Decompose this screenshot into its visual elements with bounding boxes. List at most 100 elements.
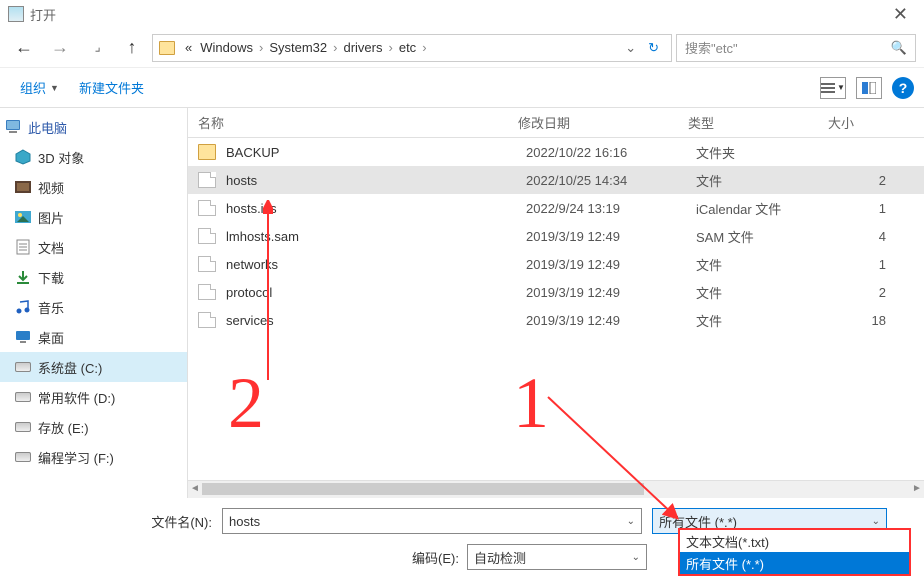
file-size: 1 (836, 257, 886, 272)
app-icon (8, 6, 24, 22)
column-headers[interactable]: 名称 修改日期 类型 大小 (188, 108, 924, 138)
title-bar: 打开 ✕ (0, 0, 924, 28)
column-size[interactable]: 大小 (828, 113, 888, 132)
tree-item[interactable]: 文档 (0, 232, 187, 262)
scrollbar-thumb[interactable] (202, 483, 644, 495)
file-date: 2019/3/19 12:49 (526, 229, 696, 244)
file-size: 2 (836, 173, 886, 188)
nav-bar: ← → ⌄ ↑ « Windows › System32 › drivers ›… (0, 28, 924, 68)
new-folder-button[interactable]: 新建文件夹 (69, 74, 154, 101)
encoding-select[interactable]: 自动检测 ⌄ (467, 544, 647, 570)
file-icon (198, 256, 216, 272)
tree-item[interactable]: 系统盘 (C:) (0, 352, 187, 382)
file-row[interactable]: hosts2022/10/25 14:34文件2 (188, 166, 924, 194)
column-type[interactable]: 类型 (688, 113, 828, 132)
tree-label: 此电脑 (28, 118, 67, 137)
file-row[interactable]: protocol2019/3/19 12:49文件2 (188, 278, 924, 306)
tree-label: 系统盘 (C:) (38, 358, 102, 377)
file-size: 1 (836, 201, 886, 216)
file-row[interactable]: services2019/3/19 12:49文件18 (188, 306, 924, 334)
forward-button[interactable]: → (44, 34, 76, 62)
scroll-left-icon[interactable]: ◄ (188, 482, 202, 496)
encoding-value: 自动检测 (474, 548, 526, 567)
help-button[interactable]: ? (892, 77, 914, 99)
file-name: lmhosts.sam (226, 229, 526, 244)
breadcrumb[interactable]: System32 (265, 40, 331, 55)
tree-item[interactable]: 桌面 (0, 322, 187, 352)
view-list-button[interactable]: ▼ (820, 77, 846, 99)
drv-icon (14, 419, 32, 435)
tree-item[interactable]: 视频 (0, 172, 187, 202)
organize-button[interactable]: 组织▼ (10, 74, 69, 101)
file-icon (198, 228, 216, 244)
breadcrumb[interactable]: Windows (196, 40, 257, 55)
breadcrumb[interactable]: « (181, 40, 196, 55)
tree-label: 存放 (E:) (38, 418, 89, 437)
filename-value: hosts (229, 514, 260, 529)
view-preview-button[interactable] (856, 77, 882, 99)
tree-item[interactable]: 存放 (E:) (0, 412, 187, 442)
tree-item[interactable]: 编程学习 (F:) (0, 442, 187, 472)
file-date: 2022/9/24 13:19 (526, 201, 696, 216)
tree-item[interactable]: 图片 (0, 202, 187, 232)
breadcrumb[interactable]: drivers (339, 40, 386, 55)
tree-item[interactable]: 下载 (0, 262, 187, 292)
file-size: 2 (836, 285, 886, 300)
search-input[interactable]: 搜索"etc" 🔍 (676, 34, 916, 62)
filename-input[interactable]: hosts ⌄ (222, 508, 642, 534)
file-name: BACKUP (226, 145, 526, 160)
breadcrumb[interactable]: etc (395, 40, 420, 55)
file-name: services (226, 313, 526, 328)
toolbar: 组织▼ 新建文件夹 ▼ ? (0, 68, 924, 108)
column-name[interactable]: 名称 (198, 113, 518, 132)
dropdown-icon[interactable]: ⌄ (627, 516, 635, 527)
file-icon (198, 172, 216, 188)
tree-item[interactable]: 音乐 (0, 292, 187, 322)
address-bar[interactable]: « Windows › System32 › drivers › etc › ⌄… (152, 34, 672, 62)
doc-icon (14, 239, 32, 255)
tree-item[interactable]: 此电脑 (0, 112, 187, 142)
tree-label: 视频 (38, 178, 64, 197)
horizontal-scrollbar[interactable]: ◄ ► (188, 480, 924, 498)
tree-item[interactable]: 常用软件 (D:) (0, 382, 187, 412)
file-size: 18 (836, 313, 886, 328)
column-date[interactable]: 修改日期 (518, 113, 688, 132)
file-icon (198, 200, 216, 216)
dropdown-item[interactable]: 所有文件 (*.*) (680, 552, 909, 574)
scroll-right-icon[interactable]: ► (910, 482, 924, 496)
up-button[interactable]: ↑ (116, 34, 148, 62)
chevron-right-icon: › (387, 40, 395, 55)
file-date: 2019/3/19 12:49 (526, 285, 696, 300)
file-row[interactable]: hosts.ics2022/9/24 13:19iCalendar 文件1 (188, 194, 924, 222)
dropdown-icon[interactable]: ⌄ (632, 552, 640, 563)
chevron-right-icon: › (257, 40, 265, 55)
music-icon (14, 299, 32, 315)
file-type: SAM 文件 (696, 227, 836, 246)
file-name: hosts (226, 173, 526, 188)
file-row[interactable]: networks2019/3/19 12:49文件1 (188, 250, 924, 278)
navigation-tree: 此电脑 3D 对象视频图片文档下载音乐桌面系统盘 (C:) 常用软件 (D:) 存放 … (0, 108, 188, 498)
tree-label: 编程学习 (F:) (38, 448, 114, 467)
file-row[interactable]: lmhosts.sam2019/3/19 12:49SAM 文件4 (188, 222, 924, 250)
chevron-right-icon: › (331, 40, 339, 55)
drv-icon (14, 449, 32, 465)
search-icon[interactable]: 🔍 (891, 40, 907, 56)
desktop-icon (14, 329, 32, 345)
file-name: networks (226, 257, 526, 272)
filetype-dropdown[interactable]: 文本文档(*.txt) 所有文件 (*.*) (678, 528, 911, 576)
recent-button[interactable]: ⌄ (75, 26, 117, 68)
refresh-icon[interactable]: ↻ (642, 40, 665, 56)
tree-item[interactable]: 3D 对象 (0, 142, 187, 172)
back-button[interactable]: ← (8, 34, 40, 62)
window-title: 打开 (30, 5, 885, 24)
file-date: 2019/3/19 12:49 (526, 257, 696, 272)
dropdown-icon[interactable]: ⌄ (872, 516, 880, 527)
file-type: 文件 (696, 255, 836, 274)
address-dropdown-icon[interactable]: ⌄ (619, 40, 642, 56)
close-icon[interactable]: ✕ (885, 4, 916, 25)
tree-label: 3D 对象 (38, 148, 84, 167)
dropdown-item[interactable]: 文本文档(*.txt) (680, 530, 909, 552)
file-list: 名称 修改日期 类型 大小 BACKUP2022/10/22 16:16文件夹 h… (188, 108, 924, 498)
file-row[interactable]: BACKUP2022/10/22 16:16文件夹 (188, 138, 924, 166)
filename-label: 文件名(N): (12, 512, 222, 531)
